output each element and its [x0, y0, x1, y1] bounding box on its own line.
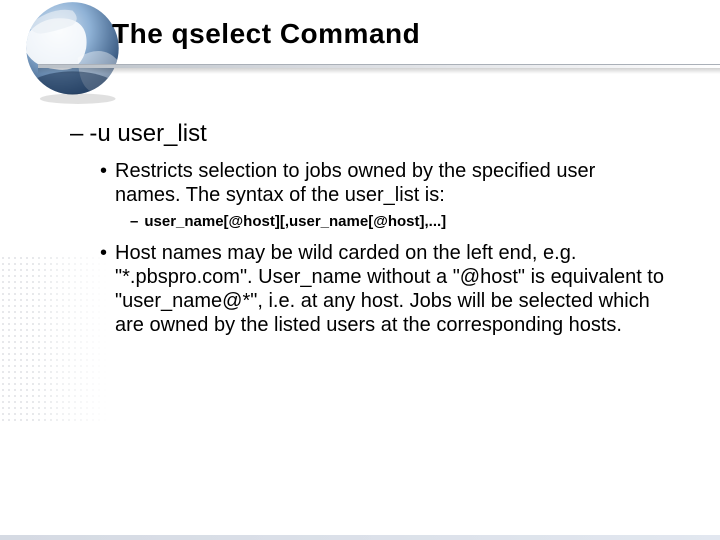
hostnames-bullet: • Host names may be wild carded on the l…	[100, 241, 665, 337]
slide-title: The qselect Command	[112, 18, 695, 50]
slide: The qselect Command – -u user_list • Res…	[0, 0, 720, 540]
bullet-icon: •	[100, 159, 107, 183]
bottom-accent	[0, 535, 720, 540]
globe-icon	[20, 0, 125, 105]
hostnames-text: Host names may be wild carded on the lef…	[115, 241, 665, 337]
bullet-icon: •	[100, 241, 107, 265]
slide-title-area: The qselect Command	[112, 18, 695, 50]
slide-body: – -u user_list • Restricts selection to …	[70, 120, 665, 343]
dash-icon: –	[70, 120, 83, 149]
restricts-text: Restricts selection to jobs owned by the…	[115, 159, 665, 207]
dash-icon: –	[130, 213, 138, 231]
syntax-text: user_name[@host][,user_name[@host],...]	[144, 213, 665, 231]
option-line: – -u user_list	[70, 120, 665, 149]
restricts-bullet: • Restricts selection to jobs owned by t…	[100, 159, 665, 207]
option-flag-text: -u user_list	[89, 120, 665, 149]
title-underline	[38, 64, 720, 74]
syntax-line: – user_name[@host][,user_name[@host],...…	[130, 213, 665, 231]
